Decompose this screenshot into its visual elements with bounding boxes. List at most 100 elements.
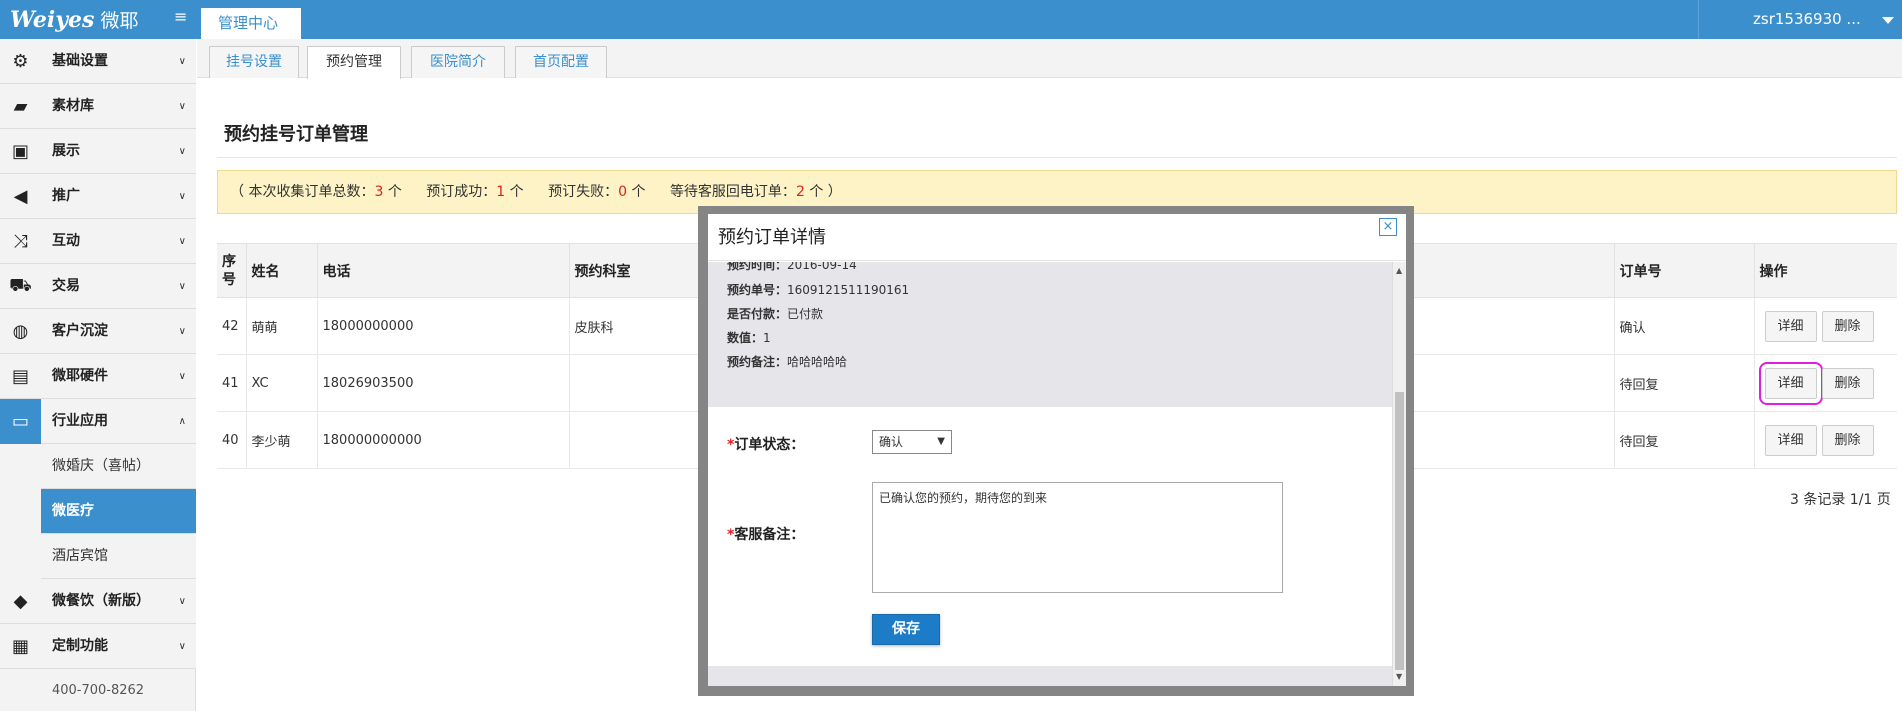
notice-close-paren: ） [827, 184, 842, 200]
col-header-name: 姓名 [246, 243, 318, 298]
user-menu[interactable]: zsr1536930 ... [1698, 0, 1902, 39]
sidebar-item-hardware[interactable]: ▤ 微耶硬件 ∨ [0, 354, 196, 399]
cell-order-status: 待回复 [1614, 411, 1755, 469]
divider [217, 157, 1897, 158]
sidebar-item-catering[interactable]: ◆ 微餐饮（新版） ∨ [0, 579, 196, 624]
top-bar: Weiyes 微耶 ≡ 管理中心 zsr1536930 ... [0, 0, 1902, 39]
col-header-department: 预约科室 [569, 243, 702, 298]
service-remark-textarea[interactable]: 已确认您的预约，期待您的到来 [872, 482, 1283, 593]
sidebar-item-materials[interactable]: ▰ 素材库 ∨ [0, 84, 196, 129]
menu-toggle-icon[interactable]: ≡ [174, 9, 190, 25]
caret-down-icon [1882, 17, 1894, 24]
sidebar-item-display[interactable]: ▣ 展示 ∨ [0, 129, 196, 174]
delete-button[interactable]: 删除 [1821, 424, 1874, 456]
cell-department [569, 354, 702, 412]
sidebar-item-label: 定制功能 [52, 638, 108, 654]
chevron-down-icon: ∨ [178, 371, 186, 382]
cell-department [569, 411, 702, 469]
chevron-down-icon: ∨ [178, 596, 186, 607]
info-value: 数值：1 [727, 331, 771, 345]
sidebar-item-label: 基础设置 [52, 53, 108, 69]
logo-cn-text: 微耶 [100, 10, 139, 32]
tab-appointment-management[interactable]: 预约管理 [307, 46, 401, 79]
close-icon[interactable]: × [1379, 218, 1397, 236]
cell-department: 皮肤科 [569, 297, 702, 355]
pagination-info: 3 条记录 1/1 页 [1790, 492, 1891, 508]
notice-open-paren: （ [230, 184, 244, 200]
chevron-down-icon: ∨ [178, 281, 186, 292]
scroll-thumb[interactable] [1395, 392, 1404, 670]
cell-actions: 详细 删除 [1754, 297, 1897, 355]
tab-management-center[interactable]: 管理中心 [201, 8, 301, 39]
delete-button[interactable]: 删除 [1821, 367, 1874, 399]
cell-name: 李少萌 [246, 411, 318, 469]
service-remark-label: *客服备注： [727, 527, 805, 543]
sidebar-item-promotion[interactable]: ◀ 推广 ∨ [0, 174, 196, 219]
detail-button[interactable]: 详细 [1764, 310, 1817, 342]
detail-button[interactable]: 详细 [1758, 361, 1823, 405]
sidebar-subitem-wedding[interactable]: 微婚庆（喜帖） [41, 444, 196, 489]
cell-order-status: 确认 [1614, 297, 1755, 355]
logo[interactable]: Weiyes 微耶 [0, 0, 196, 39]
order-info-block: 预约时间：2016-09-14 预约单号：1609121511190161 是否… [708, 262, 1392, 407]
cell-phone: 18000000000 [317, 297, 570, 355]
modal-scrollbar[interactable]: ▲ ▼ [1392, 262, 1406, 686]
order-status-select[interactable]: 确认 ▼ [872, 430, 952, 454]
sidebar-item-label: 交易 [52, 278, 80, 294]
sidebar-item-label: 展示 [52, 143, 80, 159]
sidebar-item-label: 微餐饮（新版） [52, 593, 150, 609]
order-status-value: 确认 [879, 435, 904, 449]
tab-registration-settings[interactable]: 挂号设置 [209, 46, 299, 78]
gear-icon: ⚙ [12, 51, 29, 72]
chevron-down-icon: ∨ [178, 101, 186, 112]
cell-order-status: 待回复 [1614, 354, 1755, 412]
sidebar-subitem-label: 微婚庆（喜帖） [52, 458, 150, 474]
unit-label: 个 [387, 184, 402, 200]
sidebar-subitem-hotel[interactable]: 酒店宾馆 [41, 534, 196, 579]
globe-icon: ◍ [12, 321, 29, 342]
cell-phone: 180000000000 [317, 411, 570, 469]
sidebar-item-custom[interactable]: ▦ 定制功能 ∨ [0, 624, 196, 669]
scroll-up-icon[interactable]: ▲ [1396, 266, 1402, 275]
sidebar-item-basic-settings[interactable]: ⚙ 基础设置 ∨ [0, 39, 196, 84]
tab-hospital-intro[interactable]: 医院简介 [411, 46, 505, 78]
sidebar-item-label: 推广 [52, 188, 80, 204]
chevron-up-icon: ∧ [178, 416, 186, 427]
delete-button[interactable]: 删除 [1821, 310, 1874, 342]
sidebar-subitem-medical[interactable]: 微医疗 [41, 489, 196, 534]
detail-button[interactable]: 详细 [1764, 424, 1817, 456]
cell-no: 40 [217, 411, 247, 469]
sidebar-item-trade[interactable]: ⛟ 交易 ∨ [0, 264, 196, 309]
image-icon: ▣ [11, 141, 29, 162]
col-header-order-no: 订单号 [1614, 243, 1755, 298]
subtab-bar: 挂号设置 预约管理 医院简介 首页配置 [197, 39, 1902, 79]
chevron-down-icon: ∨ [178, 236, 186, 247]
order-detail-modal: 预约订单详情 × 预约时间：2016-09-14 预约单号：1609121511… [708, 214, 1406, 686]
cell-name: 萌萌 [246, 297, 318, 355]
film-icon: ▤ [11, 366, 29, 387]
unit-label: 个 [809, 184, 824, 200]
total-orders-count: 3 [374, 184, 384, 200]
cell-no: 42 [217, 297, 247, 355]
modal-title-text: 预约订单详情 [718, 227, 826, 248]
chevron-down-icon: ∨ [178, 326, 186, 337]
chevron-down-icon: ∨ [178, 56, 186, 67]
failed-orders-label: 预订失败： [548, 184, 619, 200]
sidebar-subitem-label: 酒店宾馆 [52, 548, 108, 564]
save-button[interactable]: 保存 [872, 614, 940, 645]
success-orders-label: 预订成功： [426, 184, 497, 200]
total-orders-label: 本次收集订单总数： [248, 184, 375, 200]
order-status-label: *订单状态： [727, 437, 805, 453]
sidebar-item-interaction[interactable]: ⤨ 互动 ∨ [0, 219, 196, 264]
scroll-down-icon[interactable]: ▼ [1396, 672, 1402, 681]
cell-phone: 18026903500 [317, 354, 570, 412]
tab-homepage-config[interactable]: 首页配置 [515, 46, 607, 78]
sidebar-item-label: 互动 [52, 233, 80, 249]
cell-actions: 详细 删除 [1754, 411, 1897, 469]
callback-orders-count: 2 [795, 184, 805, 200]
failed-orders-count: 0 [618, 184, 628, 200]
building-icon: ▦ [11, 636, 29, 657]
sidebar-item-industry[interactable]: ▭ 行业应用 ∧ [0, 399, 196, 444]
sidebar-item-customers[interactable]: ◍ 客户沉淀 ∨ [0, 309, 196, 354]
col-header-phone: 电话 [317, 243, 570, 298]
